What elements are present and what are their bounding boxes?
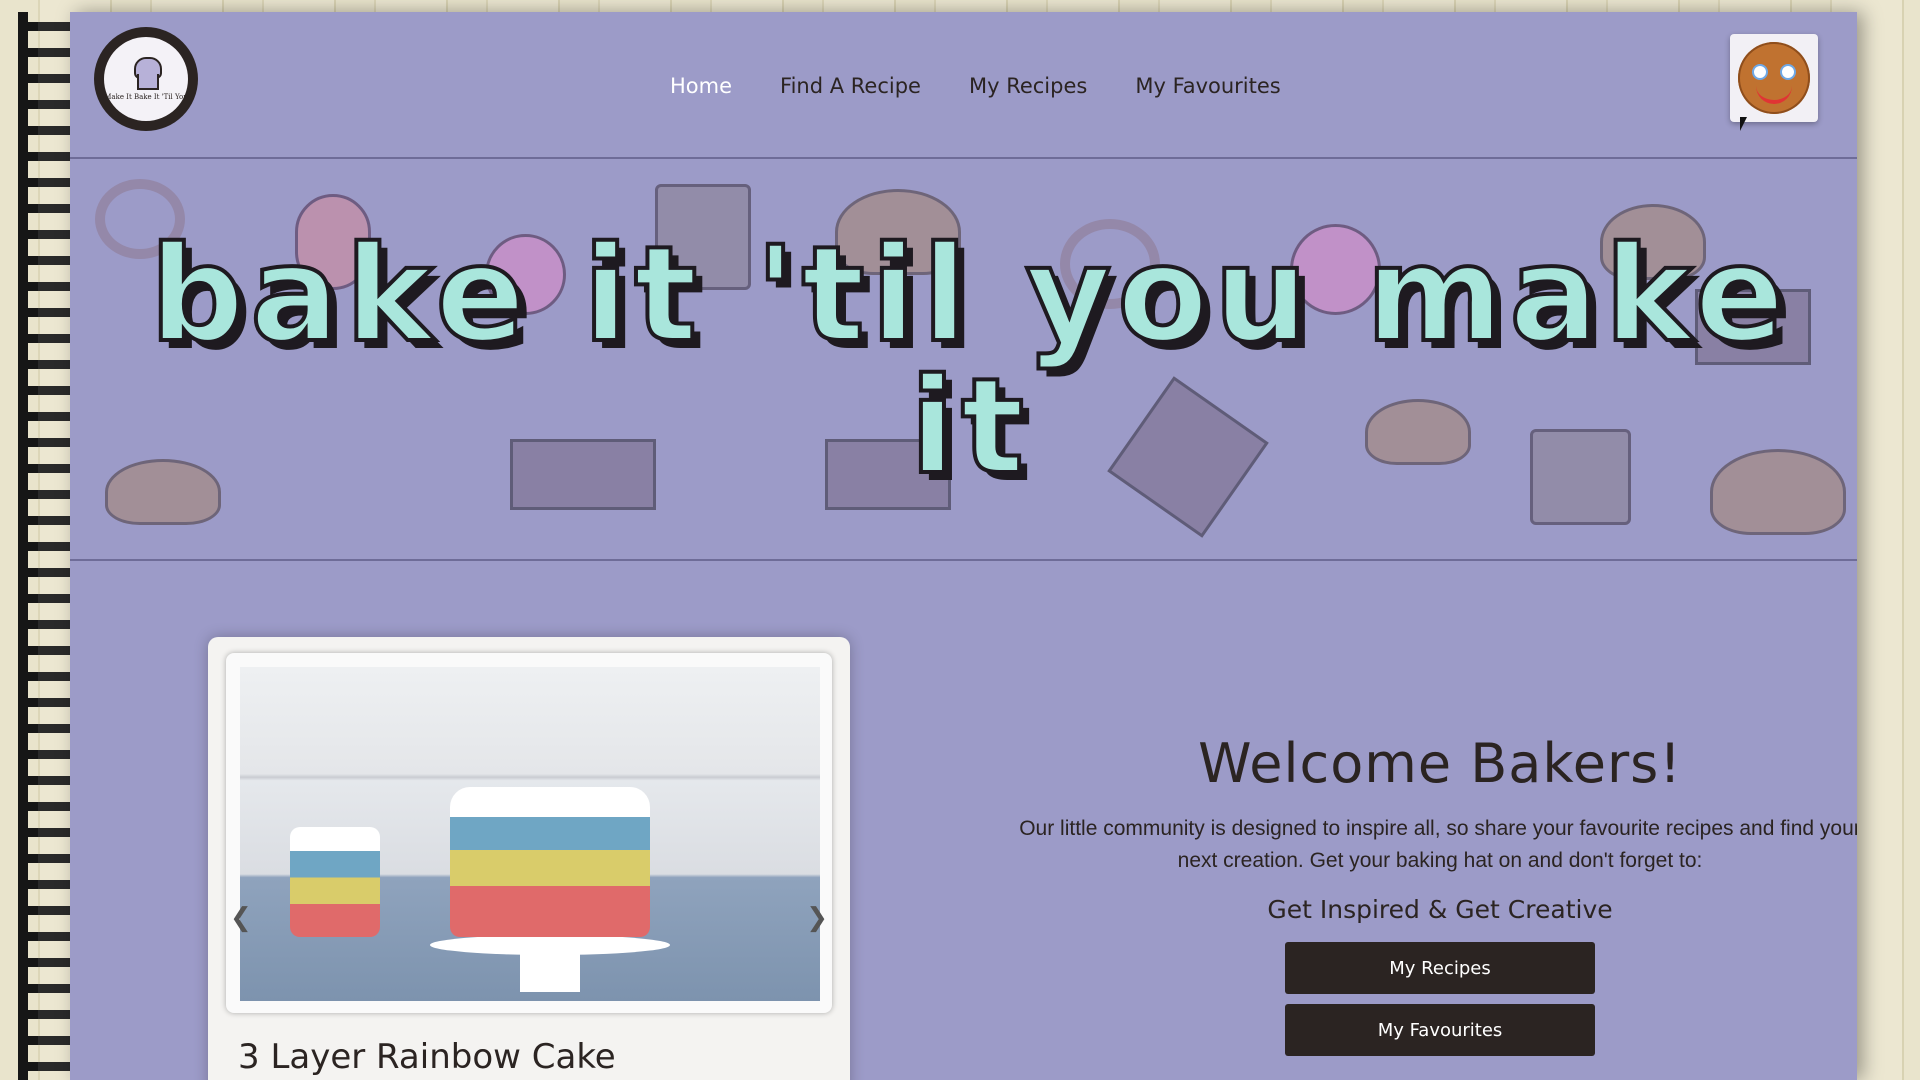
notebook-spiral-inner [38,12,70,1080]
gingerbread-icon [1738,42,1810,114]
carousel-frame: ❮ ❯ [226,653,832,1013]
cake-stand-foot [520,952,580,992]
welcome-heading: Welcome Bakers! [1198,732,1682,795]
cake-slice-image [290,827,380,937]
cupcake-icon [131,57,162,91]
welcome-text: Our little community is designed to insp… [1019,817,1857,872]
main-nav: Home Find A Recipe My Recipes My Favouri… [670,74,1281,98]
my-recipes-button[interactable]: My Recipes [1285,942,1595,994]
nav-find-a-recipe[interactable]: Find A Recipe [780,74,921,98]
notebook-page: Make It Bake It 'Til You Home Find A Rec… [70,12,1857,1080]
hero-banner: bake it 'til you make it [70,159,1857,561]
recipe-carousel-card: ❮ ❯ 3 Layer Rainbow Cake [208,637,850,1080]
nav-home[interactable]: Home [670,74,732,98]
rainbow-cake-image [450,787,650,937]
logo-badge: Make It Bake It 'Til You [104,37,188,121]
site-logo[interactable]: Make It Bake It 'Til You [94,27,198,131]
welcome-tagline: Get Inspired & Get Creative [1267,895,1613,924]
chevron-left-icon[interactable]: ❮ [230,903,252,933]
nav-my-recipes[interactable]: My Recipes [969,74,1087,98]
mouse-cursor [1740,117,1747,131]
site-header: Make It Bake It 'Til You Home Find A Rec… [70,12,1857,159]
nav-my-favourites[interactable]: My Favourites [1135,74,1280,98]
chevron-right-icon[interactable]: ❯ [806,903,828,933]
profile-button[interactable] [1730,34,1818,122]
logo-text: Make It Bake It 'Til You [104,93,188,101]
hero-title: bake it 'til you make it [148,218,1791,504]
recipe-title[interactable]: 3 Layer Rainbow Cake [238,1037,616,1077]
welcome-section: Welcome Bakers! Our little community is … [1010,732,1857,1056]
my-favourites-button[interactable]: My Favourites [1285,1004,1595,1056]
recipe-photo[interactable] [240,667,820,1001]
